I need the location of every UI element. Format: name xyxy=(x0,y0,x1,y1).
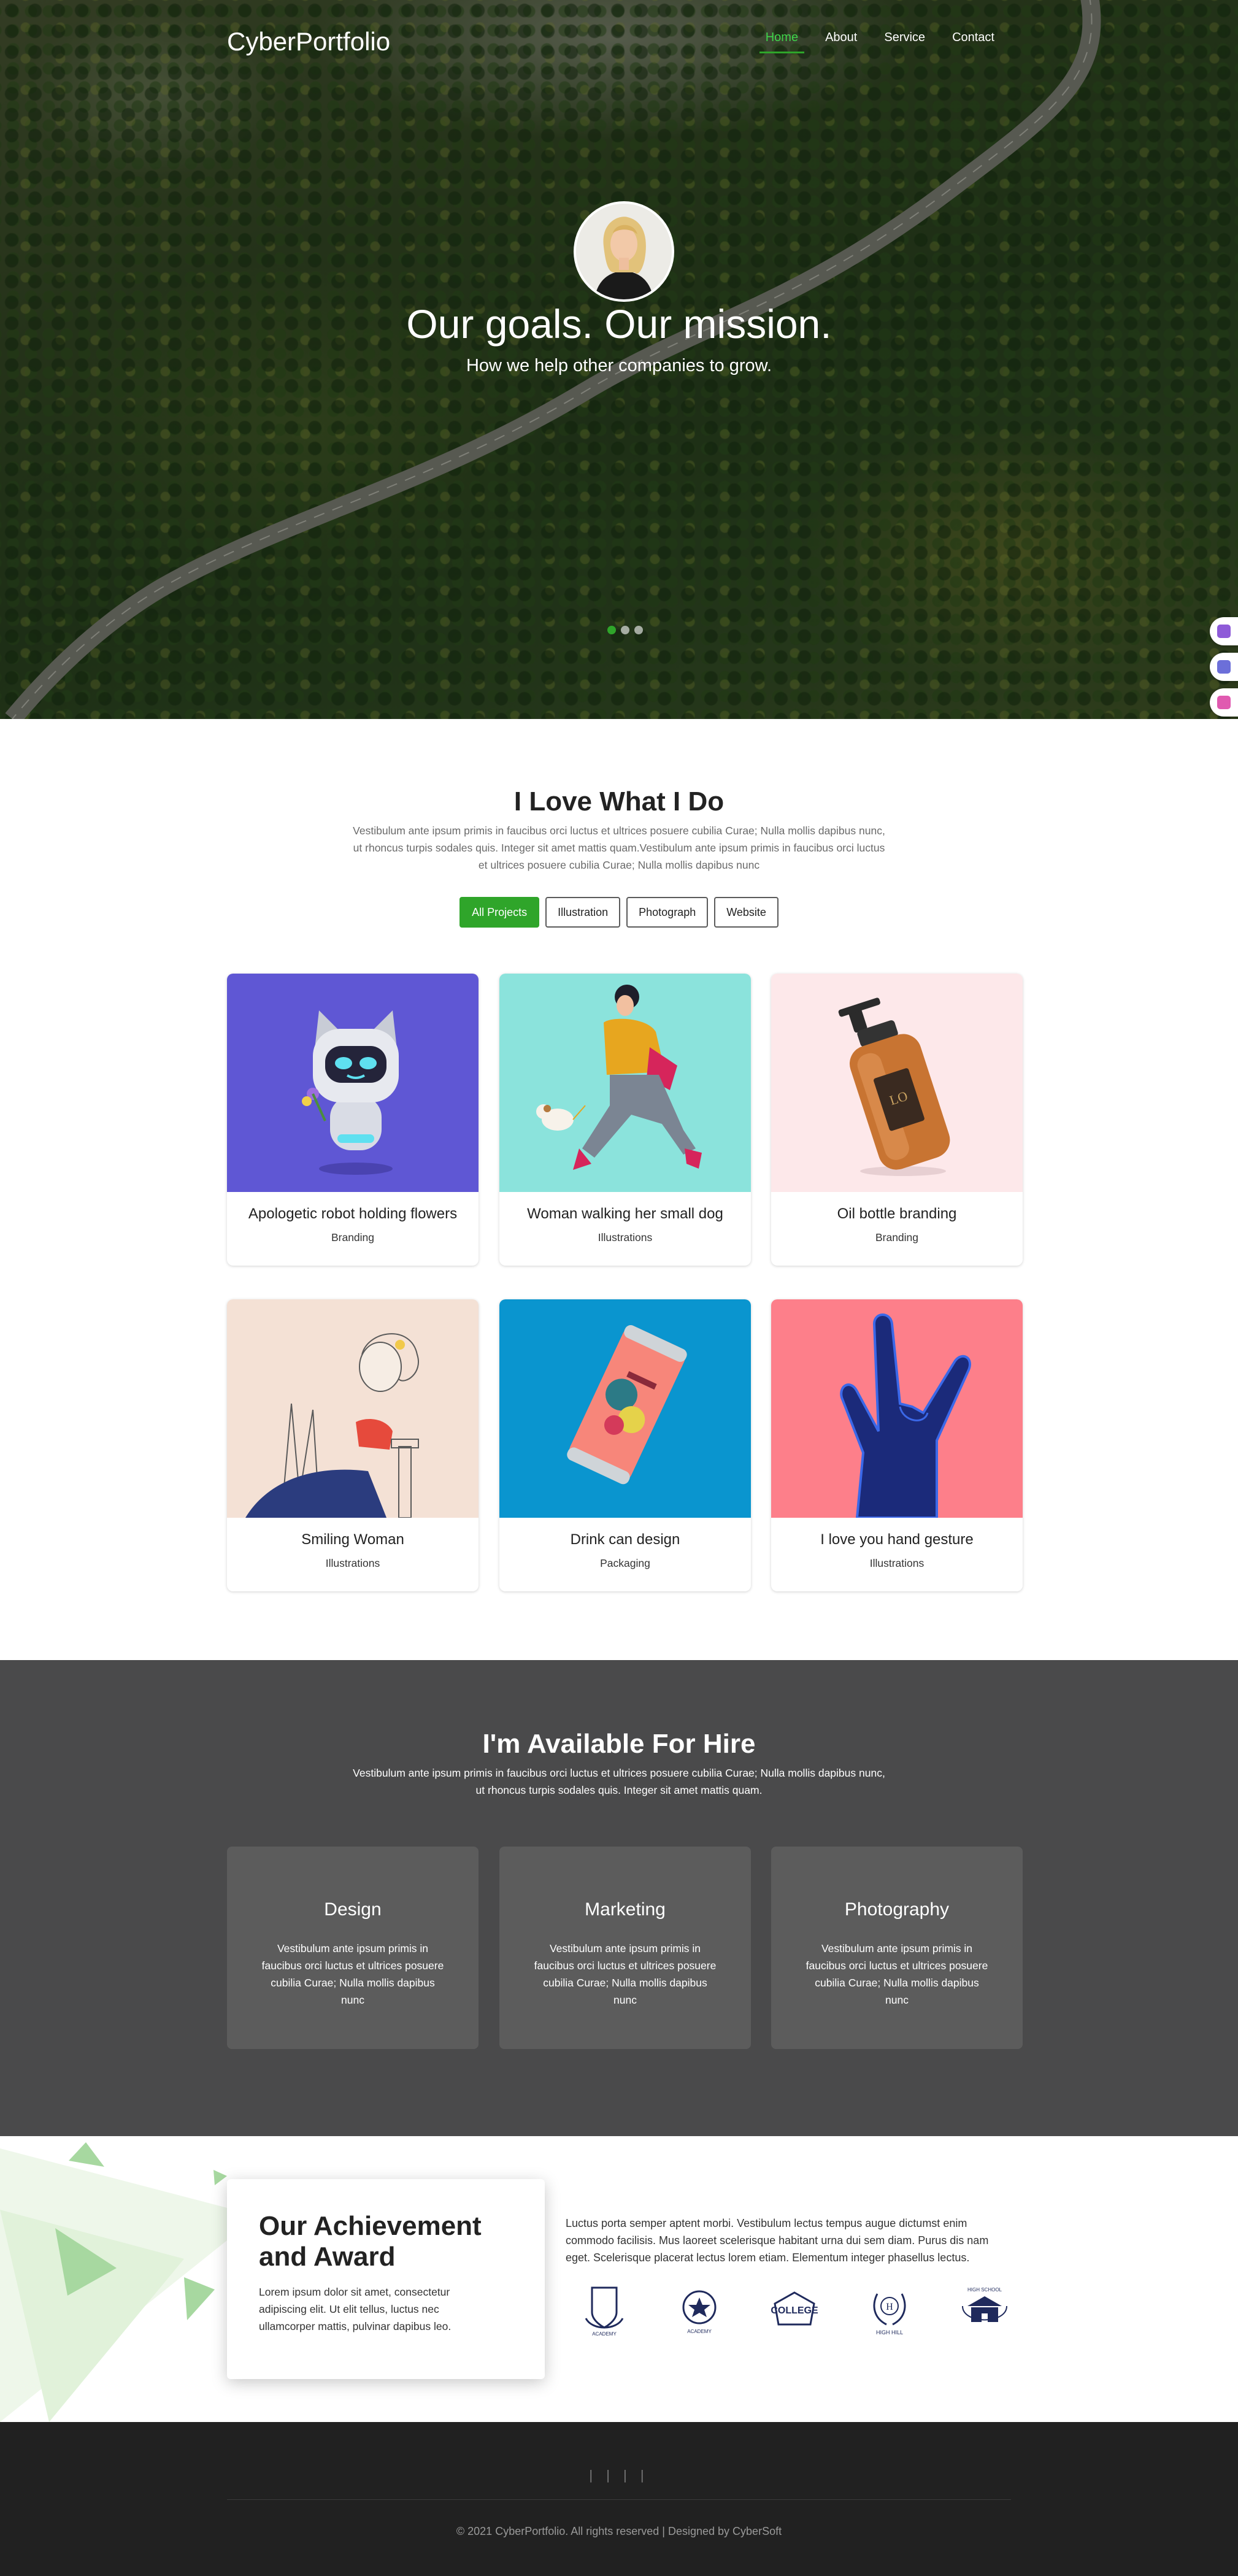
project-category: Packaging xyxy=(600,1557,650,1569)
nav-item-home[interactable]: Home xyxy=(752,29,812,54)
hand-gesture-illustration-image xyxy=(771,1299,1023,1518)
portfolio-title: I Love What I Do xyxy=(513,786,725,817)
slider-dot-3[interactable] xyxy=(634,626,643,634)
robot-illustration-image xyxy=(227,974,479,1192)
slider-dot-2[interactable] xyxy=(621,626,629,634)
portfolio-section: I Love What I Do Vestibulum ante ipsum p… xyxy=(0,719,1238,1660)
hero-section: CyberPortfolio Home About Service Contac… xyxy=(0,0,1238,719)
service-title: Design xyxy=(324,1899,382,1920)
project-title: I love you hand gesture xyxy=(820,1531,974,1548)
project-title: Woman walking her small dog xyxy=(527,1205,723,1222)
woman-dog-illustration-image xyxy=(499,974,751,1192)
service-text: Vestibulum ante ipsum primis in faucibus… xyxy=(805,1942,988,2006)
filter-illustration[interactable]: Illustration xyxy=(545,897,621,928)
slider-dots xyxy=(607,626,643,634)
service-card-marketing[interactable]: Marketing Vestibulum ante ipsum primis i… xyxy=(499,1847,751,2049)
college-badge-logo: COLLEGE xyxy=(771,2291,818,2326)
footer-divider xyxy=(227,2499,1011,2500)
project-card[interactable]: LO Oil bottle branding Branding xyxy=(771,974,1023,1266)
translate-tool-button[interactable] xyxy=(1210,617,1238,645)
project-title: Apologetic robot holding flowers xyxy=(248,1205,458,1222)
project-card[interactable]: I love you hand gesture Illustrations xyxy=(771,1299,1023,1591)
hero-title: Our goals. Our mission. xyxy=(406,301,832,347)
footer-social-links[interactable]: | | | | xyxy=(0,2467,1238,2483)
brand-logo[interactable]: CyberPortfolio xyxy=(227,27,390,56)
portfolio-filters: All Projects Illustration Photograph Web… xyxy=(0,897,1238,928)
project-title: Smiling Woman xyxy=(301,1531,404,1548)
portfolio-description: Vestibulum ante ipsum primis in faucibus… xyxy=(353,825,885,871)
slider-dot-1[interactable] xyxy=(607,626,616,634)
woman-portrait-image xyxy=(576,204,672,299)
achievement-title: Our Achievement and Award xyxy=(259,2211,482,2272)
award-logos: ACADEMY ACADEMY COLLEGE H HIGH HILL HIGH… xyxy=(574,2278,1015,2340)
project-category: Illustrations xyxy=(869,1557,925,1569)
svg-text:ACADEMY: ACADEMY xyxy=(592,2331,617,2337)
svg-text:H: H xyxy=(886,2302,893,2312)
reader-tool-button[interactable] xyxy=(1210,653,1238,681)
filter-all-projects[interactable]: All Projects xyxy=(459,897,540,928)
site-footer: | | | | © 2021 CyberPortfolio. All right… xyxy=(0,2422,1238,2576)
achievement-card: Our Achievement and Award Lorem ipsum do… xyxy=(227,2179,545,2379)
achievement-text: Luctus porta semper aptent morbi. Vestib… xyxy=(566,2217,989,2264)
top-navbar: CyberPortfolio Home About Service Contac… xyxy=(0,0,1238,80)
hire-description: Vestibulum ante ipsum primis in faucibus… xyxy=(353,1767,885,1796)
nav-item-contact[interactable]: Contact xyxy=(939,29,1008,54)
service-title: Marketing xyxy=(585,1899,666,1920)
project-title: Drink can design xyxy=(570,1531,680,1548)
project-card[interactable]: Woman walking her small dog Illustration… xyxy=(499,974,751,1266)
nav-item-about[interactable]: About xyxy=(812,29,871,54)
floating-side-tools xyxy=(1210,617,1238,719)
project-card[interactable]: Apologetic robot holding flowers Brandin… xyxy=(227,974,479,1266)
drink-can-image xyxy=(499,1299,751,1518)
project-category: Illustrations xyxy=(598,1231,653,1244)
project-title: Oil bottle branding xyxy=(837,1205,957,1222)
star-emblem-logo: ACADEMY xyxy=(682,2290,717,2334)
project-card[interactable]: Drink can design Packaging xyxy=(499,1299,751,1591)
apps-tool-button[interactable] xyxy=(1210,688,1238,717)
svg-text:HIGH HILL: HIGH HILL xyxy=(876,2329,903,2336)
hire-section: I'm Available For Hire Vestibulum ante i… xyxy=(0,1660,1238,2136)
achievement-section: Our Achievement and Award Lorem ipsum do… xyxy=(0,2136,1238,2422)
school-building-logo: HIGH SCHOOL xyxy=(962,2287,1007,2322)
smiling-woman-illustration-image xyxy=(227,1299,479,1518)
hero-subtitle: How we help other companies to grow. xyxy=(466,356,772,375)
nav-item-service[interactable]: Service xyxy=(871,29,939,54)
service-text: Vestibulum ante ipsum primis in faucibus… xyxy=(534,1942,717,2006)
project-card[interactable]: Smiling Woman Illustrations xyxy=(227,1299,479,1591)
service-text: Vestibulum ante ipsum primis in faucibus… xyxy=(261,1942,444,2006)
filter-photograph[interactable]: Photograph xyxy=(626,897,709,928)
project-category: Branding xyxy=(331,1231,375,1244)
main-menu: Home About Service Contact xyxy=(752,29,1008,54)
achievement-description: Lorem ipsum dolor sit amet, consectetur … xyxy=(259,2286,452,2332)
project-category: Illustrations xyxy=(325,1557,380,1569)
footer-copyright: © 2021 CyberPortfolio. All rights reserv… xyxy=(456,2525,782,2537)
svg-text:HIGH SCHOOL: HIGH SCHOOL xyxy=(967,2287,1002,2293)
shield-crest-logo: ACADEMY xyxy=(585,2286,624,2337)
service-card-photography[interactable]: Photography Vestibulum ante ipsum primis… xyxy=(771,1847,1023,2049)
profile-avatar xyxy=(574,201,674,302)
project-category: Branding xyxy=(875,1231,919,1244)
service-card-design[interactable]: Design Vestibulum ante ipsum primis in f… xyxy=(227,1847,479,2049)
hire-title: I'm Available For Hire xyxy=(482,1729,756,1759)
oil-bottle-image: LO xyxy=(771,974,1023,1192)
laurel-h-logo: H HIGH HILL xyxy=(873,2293,906,2336)
filter-website[interactable]: Website xyxy=(714,897,779,928)
service-title: Photography xyxy=(844,1899,950,1920)
svg-text:ACADEMY: ACADEMY xyxy=(687,2329,712,2334)
svg-text:COLLEGE: COLLEGE xyxy=(771,2305,818,2316)
